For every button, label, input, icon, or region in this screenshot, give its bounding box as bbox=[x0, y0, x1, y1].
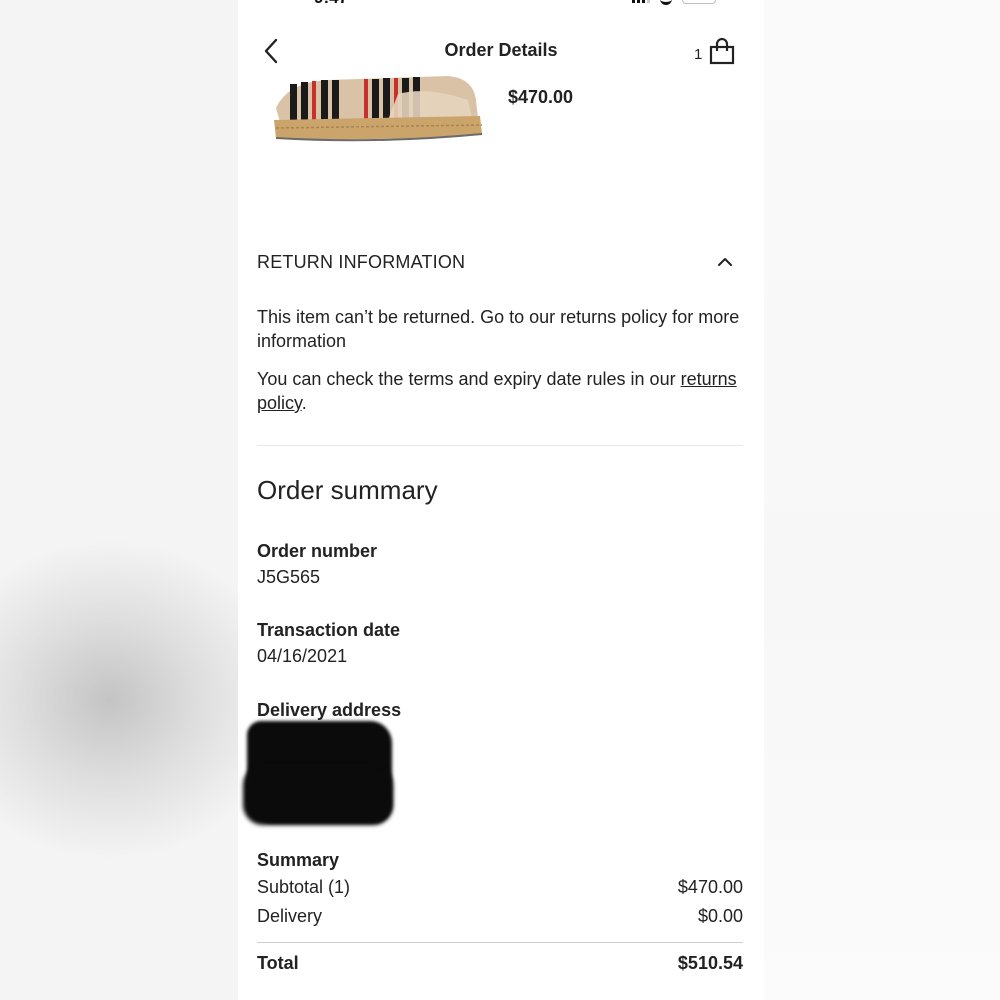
bag-count: 1 bbox=[694, 45, 703, 63]
delivery-address-block: Delivery address 510 Ridge Rd Elmont 110… bbox=[243, 700, 743, 825]
transaction-date-label: Transaction date bbox=[257, 620, 401, 640]
shopping-bag-icon bbox=[710, 38, 735, 65]
section-divider bbox=[257, 445, 743, 446]
delivery-label: Delivery bbox=[257, 906, 323, 926]
total-label: Total bbox=[257, 953, 299, 973]
returns-policy-suffix: . bbox=[301, 393, 307, 413]
background-left bbox=[0, 0, 238, 1000]
product-image[interactable] bbox=[268, 60, 488, 160]
status-time: 9:47 bbox=[314, 0, 348, 8]
wifi-icon bbox=[660, 0, 672, 5]
order-summary-title: Order summary bbox=[257, 475, 438, 505]
status-bar: 9:47 bbox=[238, 0, 764, 8]
phone-screen: 9:47 Order Details 1 bbox=[238, 0, 764, 1000]
signal-icon bbox=[632, 0, 650, 3]
delivery-value: $0.00 bbox=[697, 906, 743, 926]
delivery-address: 510 Ridge Rd Elmont 11003 United States bbox=[243, 721, 743, 825]
summary-block: Summary Subtotal (1) $470.00 Delivery $0… bbox=[257, 850, 743, 927]
chevron-up-icon bbox=[718, 258, 732, 266]
summary-title: Summary bbox=[257, 850, 340, 870]
delivery-row: Delivery $0.00 bbox=[257, 906, 743, 927]
delivery-address-label: Delivery address bbox=[257, 700, 402, 720]
status-icons bbox=[632, 0, 716, 5]
shopping-bag-button[interactable]: 1 bbox=[694, 36, 736, 68]
return-information-title: RETURN INFORMATION bbox=[257, 252, 466, 272]
order-number-value: J5G565 bbox=[257, 567, 321, 587]
transaction-date-value: 04/16/2021 bbox=[257, 646, 348, 666]
battery-icon bbox=[682, 0, 716, 4]
total-row: Total $510.54 bbox=[257, 953, 743, 974]
subtotal-label: Subtotal (1) bbox=[257, 877, 351, 897]
total-divider bbox=[257, 942, 743, 943]
returns-policy-text: You can check the terms and expiry date … bbox=[257, 367, 743, 415]
subtotal-value: $470.00 bbox=[677, 877, 743, 897]
subtotal-row: Subtotal (1) $470.00 bbox=[257, 877, 743, 898]
order-number-label: Order number bbox=[257, 541, 378, 561]
background-right bbox=[764, 0, 1000, 1000]
product-price: $470.00 bbox=[508, 87, 574, 107]
returns-policy-prefix: You can check the terms and expiry date … bbox=[257, 369, 681, 389]
redaction-mark bbox=[243, 765, 393, 825]
return-information-toggle[interactable]: RETURN INFORMATION bbox=[257, 250, 743, 280]
return-notice: This item can’t be returned. Go to our r… bbox=[257, 307, 740, 351]
order-number-block: Order number J5G565 bbox=[257, 541, 743, 588]
transaction-date-block: Transaction date 04/16/2021 bbox=[257, 620, 743, 667]
page-title: Order Details bbox=[444, 40, 558, 60]
total-value: $510.54 bbox=[677, 953, 743, 973]
